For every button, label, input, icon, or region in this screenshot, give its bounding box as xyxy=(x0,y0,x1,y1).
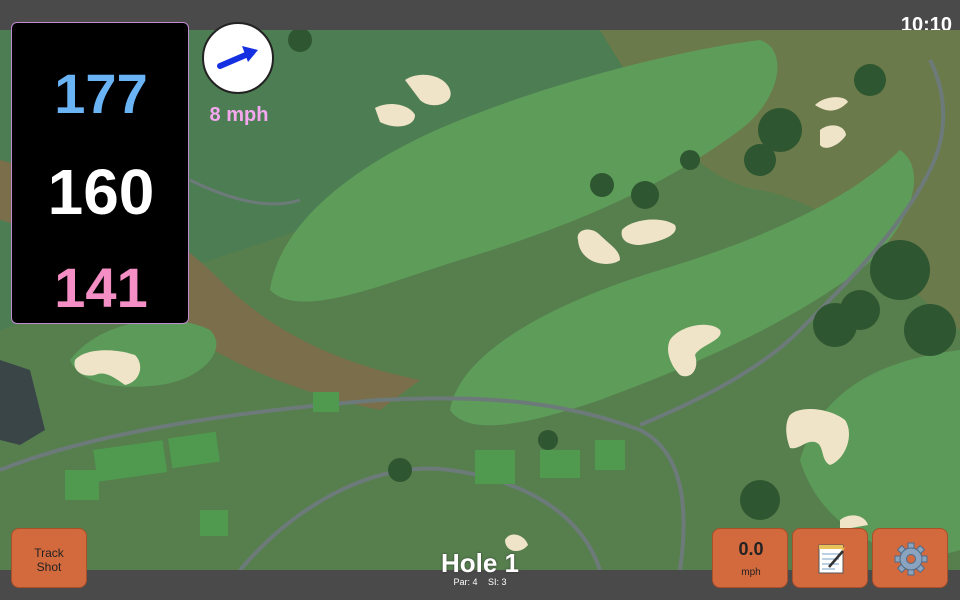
settings-button[interactable] xyxy=(872,528,948,588)
hole-title: Hole 1 xyxy=(440,548,520,578)
hole-info: Par: 4 SI: 3 xyxy=(380,577,580,587)
front-distance: 141 xyxy=(54,256,148,319)
distance-panel: 177 160 141 xyxy=(11,22,189,324)
wind-indicator[interactable] xyxy=(202,22,274,94)
middle-distance: 160 xyxy=(47,156,155,228)
back-distance: 177 xyxy=(54,62,148,125)
notepad-icon xyxy=(818,544,845,574)
wind-arrow-icon xyxy=(217,46,258,69)
wind-speed: 8 mph xyxy=(209,104,269,126)
track-shot-label-line2: Shot xyxy=(36,560,62,574)
speed-unit: mph xyxy=(741,567,761,578)
notes-button[interactable] xyxy=(792,528,868,588)
gear-icon xyxy=(894,542,928,576)
hole-si: SI: 3 xyxy=(488,577,507,587)
speed-button[interactable]: 0.0 mph xyxy=(712,528,788,588)
track-shot-label-line1: Track xyxy=(34,546,64,560)
speed-value: 0.0 xyxy=(738,539,764,559)
hole-par: Par: 4 xyxy=(453,577,478,587)
track-shot-button[interactable]: Track Shot xyxy=(11,528,87,588)
